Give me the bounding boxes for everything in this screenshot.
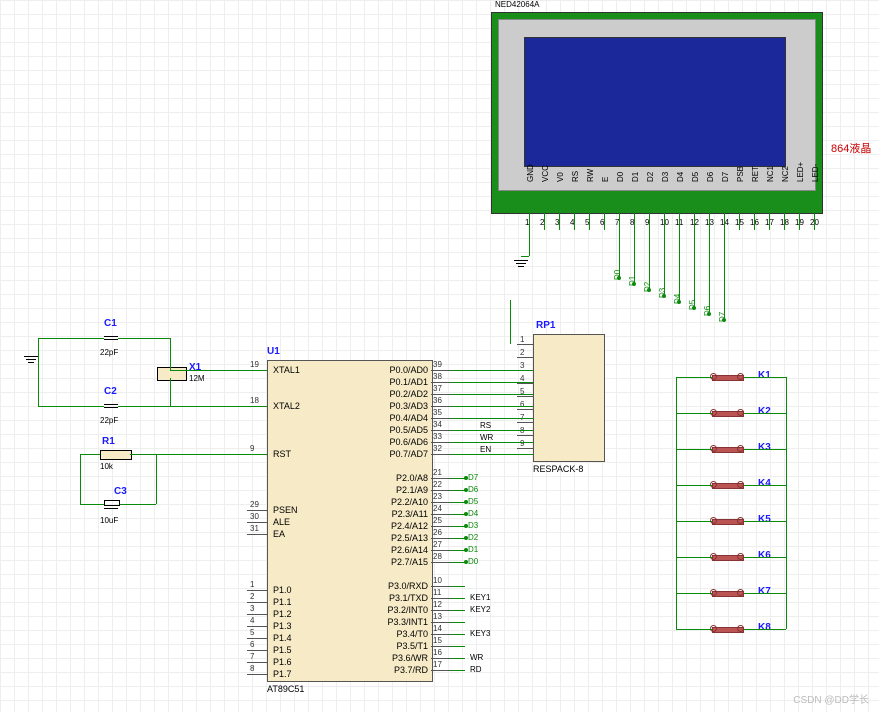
rp1-body <box>533 334 605 462</box>
gnd-2 <box>514 260 528 267</box>
r1-val: 10k <box>100 462 113 471</box>
lcd-module <box>491 12 823 214</box>
gnd-1 <box>24 356 38 363</box>
button-k6-label: K6 <box>758 550 771 561</box>
button-k1[interactable] <box>712 372 742 382</box>
schematic-canvas: NED42064A 864液晶 GND 1 VCC 2 V0 3 RS 4 RW… <box>0 0 879 712</box>
button-k2[interactable] <box>712 408 742 418</box>
button-k7[interactable] <box>712 588 742 598</box>
c3-val: 10uF <box>100 516 118 525</box>
button-k5[interactable] <box>712 516 742 526</box>
button-k4[interactable] <box>712 480 742 490</box>
c3-ref: C3 <box>114 486 127 497</box>
button-k8-label: K8 <box>758 622 771 633</box>
button-k1-label: K1 <box>758 370 771 381</box>
c2-val: 22pF <box>100 416 118 425</box>
c1-val: 22pF <box>100 348 118 357</box>
rp1-part: RESPACK-8 <box>533 464 583 474</box>
x1-val: 12M <box>189 374 205 383</box>
button-k2-label: K2 <box>758 406 771 417</box>
button-k3[interactable] <box>712 444 742 454</box>
button-k7-label: K7 <box>758 586 771 597</box>
u1-part: AT89C51 <box>267 684 304 694</box>
button-k4-label: K4 <box>758 478 771 489</box>
button-k6[interactable] <box>712 552 742 562</box>
rp1-ref: RP1 <box>536 320 555 331</box>
c3 <box>104 500 120 509</box>
button-k3-label: K3 <box>758 442 771 453</box>
watermark: CSDN @DD学长 <box>793 691 869 706</box>
c2-ref: C2 <box>104 386 117 397</box>
c1 <box>104 336 118 340</box>
c2 <box>104 404 118 408</box>
lcd-part-label: NED42064A <box>495 0 539 9</box>
r1 <box>100 450 132 460</box>
r1-ref: R1 <box>102 436 115 447</box>
button-k5-label: K5 <box>758 514 771 525</box>
u1-ref: U1 <box>267 346 280 357</box>
lcd-text-label: 864液晶 <box>831 140 871 156</box>
button-k8[interactable] <box>712 624 742 634</box>
x1-ref: X1 <box>189 362 201 373</box>
c1-ref: C1 <box>104 318 117 329</box>
lcd-screen <box>524 37 786 167</box>
